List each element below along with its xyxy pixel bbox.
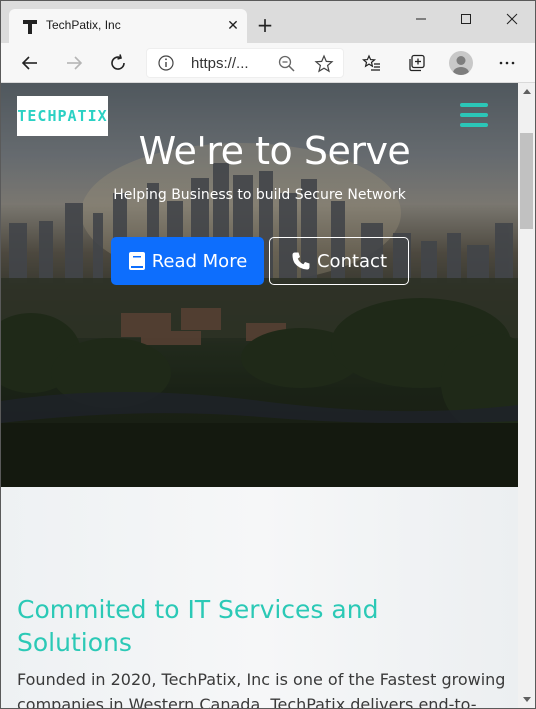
contact-label: Contact	[316, 250, 388, 272]
scroll-up-arrow[interactable]	[518, 83, 535, 99]
more-icon	[499, 61, 515, 65]
page-viewport: TECHPATIX We're to Serve Helping Busines…	[1, 83, 518, 709]
back-arrow-icon	[21, 56, 37, 70]
read-more-button[interactable]: Read More	[111, 237, 264, 285]
chevron-up-icon	[522, 89, 531, 94]
vertical-scrollbar[interactable]	[518, 83, 535, 708]
hero-subtitle: Helping Business to build Secure Network	[113, 187, 406, 203]
browser-toolbar: https://...	[1, 43, 535, 83]
tab-title: TechPatix, Inc	[46, 18, 121, 32]
settings-menu-button[interactable]	[493, 49, 521, 77]
close-tab-icon[interactable]: ✕	[225, 18, 241, 34]
hero-title: We're to Serve	[138, 129, 411, 173]
favorites-icon	[362, 54, 380, 71]
minimize-button[interactable]	[399, 5, 443, 33]
star-icon[interactable]	[314, 54, 334, 74]
about-title: Commited to IT Services and Solutions	[17, 595, 379, 657]
url-text[interactable]: https://...	[191, 55, 249, 72]
chevron-down-icon	[522, 697, 531, 702]
close-window-button[interactable]	[490, 5, 534, 33]
profile-icon	[453, 56, 469, 75]
read-more-label: Read More	[151, 250, 248, 272]
refresh-button[interactable]	[104, 49, 132, 77]
collections-button[interactable]	[403, 49, 431, 77]
close-icon	[506, 13, 518, 25]
about-section: Commited to IT Services and Solutions Fo…	[1, 487, 518, 709]
back-button[interactable]	[16, 49, 44, 77]
forward-button[interactable]	[60, 49, 88, 77]
collections-icon	[409, 54, 425, 72]
hero-section: TECHPATIX We're to Serve Helping Busines…	[1, 83, 518, 487]
logo-text: TECHPATIX	[17, 107, 108, 125]
new-tab-button[interactable]: +	[255, 15, 275, 35]
phone-icon	[292, 252, 310, 270]
scrollbar-thumb[interactable]	[520, 133, 533, 229]
favorites-button[interactable]	[358, 49, 386, 77]
browser-window: TechPatix, Inc ✕ + https://... TECHPATIX…	[0, 0, 536, 709]
maximize-icon	[461, 14, 471, 24]
book-icon	[128, 252, 145, 270]
info-icon[interactable]	[157, 54, 175, 72]
tab-strip: TechPatix, Inc ✕ +	[1, 1, 535, 43]
forward-arrow-icon	[67, 56, 83, 70]
about-text: Founded in 2020, TechPatix, Inc is one o…	[17, 670, 506, 709]
minimize-icon	[416, 18, 426, 20]
refresh-icon	[111, 54, 125, 70]
scroll-down-arrow[interactable]	[518, 692, 535, 708]
site-favicon-icon	[23, 20, 37, 34]
profile-avatar[interactable]	[449, 51, 473, 75]
address-bar[interactable]: https://...	[146, 48, 344, 78]
zoom-out-icon[interactable]	[277, 54, 297, 74]
browser-tab[interactable]: TechPatix, Inc ✕	[9, 9, 247, 43]
hamburger-menu-icon[interactable]	[460, 103, 488, 127]
contact-button[interactable]: Contact	[269, 237, 409, 285]
maximize-button[interactable]	[444, 5, 488, 33]
